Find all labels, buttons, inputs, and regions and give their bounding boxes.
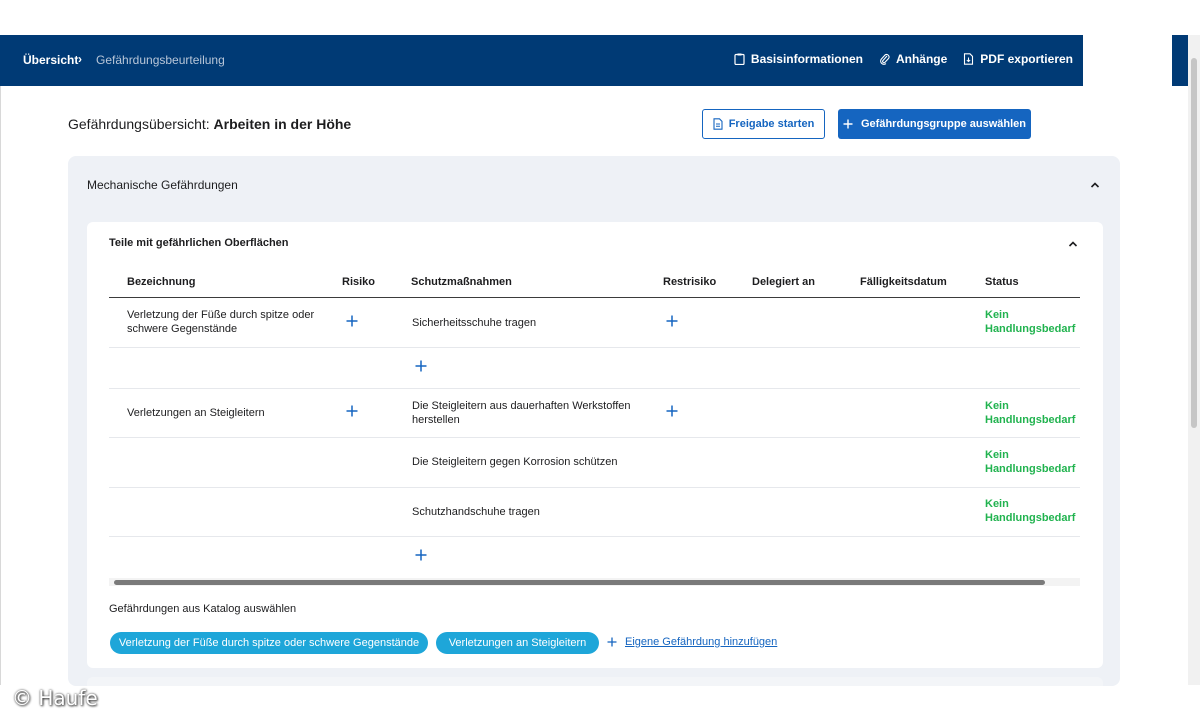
plus-icon [607, 637, 617, 647]
status-line-2: Handlungsbedarf [985, 512, 1076, 524]
column-header-delegated: Delegiert an [752, 276, 815, 288]
attachments-link[interactable]: Anhänge [879, 52, 947, 66]
status-line-2: Handlungsbedarf [985, 323, 1076, 335]
page-title-prefix: Gefährdungsübersicht: [68, 116, 210, 132]
watermark: © Haufe [12, 686, 98, 710]
add-measure-plus-icon[interactable] [415, 360, 427, 372]
breadcrumb-separator: › [78, 52, 82, 66]
chevron-up-icon[interactable] [1068, 240, 1078, 248]
add-residual-risk-plus-icon[interactable] [666, 405, 678, 417]
column-header-status: Status [985, 276, 1019, 288]
status-badge: Kein Handlungsbedarf [985, 497, 1075, 525]
column-header-due-date: Fälligkeitsdatum [860, 276, 947, 288]
table-horizontal-scrollbar-thumb[interactable] [114, 580, 1045, 585]
status-badge: Kein Handlungsbedarf [985, 448, 1075, 476]
document-icon [713, 118, 723, 130]
basis-info-label: Basisinformationen [750, 52, 863, 66]
measure-text: Die Steigleitern aus dauerhaften Werksto… [412, 400, 631, 426]
status-badge: Kein Handlungsbedarf [985, 308, 1075, 336]
select-hazard-group-button[interactable]: Gefährdungsgruppe auswählen [838, 109, 1031, 139]
status-badge: Kein Handlungsbedarf [985, 399, 1075, 427]
row-divider [109, 347, 1080, 348]
breadcrumb-home-link[interactable]: Übersicht [23, 53, 78, 67]
chevron-up-icon[interactable] [1090, 181, 1100, 189]
hazard-card [87, 222, 1103, 668]
measure-text: Sicherheitsschuhe tragen [412, 317, 537, 329]
hazard-group-title[interactable]: Mechanische Gefährdungen [87, 178, 238, 192]
start-release-button[interactable]: Freigabe starten [702, 109, 825, 139]
hazard-card-title[interactable]: Teile mit gefährlichen Oberflächen [109, 237, 289, 249]
column-header-name: Bezeichnung [127, 276, 196, 288]
column-header-risk: Risiko [342, 276, 376, 288]
paperclip-icon [880, 53, 890, 65]
pdf-export-link[interactable]: PDF exportieren [963, 52, 1073, 66]
catalog-pill-ladders[interactable]: Verletzungen an Steigleitern [436, 632, 599, 654]
add-risk-plus-icon[interactable] [346, 405, 358, 417]
pdf-export-label: PDF exportieren [980, 52, 1073, 66]
row-divider [109, 536, 1080, 537]
top-navigation-bar: Übersicht › Gefährdungsbeurteilung Basis… [0, 35, 1083, 86]
top-actions: Basisinformationen Anhänge PDF exportier… [734, 52, 1073, 66]
breadcrumb-current: Gefährdungsbeurteilung [96, 53, 225, 67]
status-line-1: Kein [985, 449, 1009, 461]
page-scrollbar-thumb[interactable] [1191, 58, 1197, 428]
column-header-residual-risk: Restrisiko [663, 276, 717, 288]
catalog-pill-feet-injury[interactable]: Verletzung der Füße durch spitze oder sc… [110, 632, 428, 654]
basis-info-link[interactable]: Basisinformationen [734, 52, 863, 66]
bottom-margin [0, 686, 1200, 720]
table-header-divider [109, 297, 1080, 298]
status-line-1: Kein [985, 309, 1009, 321]
row-divider [109, 388, 1080, 389]
hazard-name: Verletzung der Füße durch spitze oder sc… [127, 309, 315, 335]
measure-text: Die Steigleitern gegen Korrosion schütze… [412, 456, 618, 468]
column-header-measures: Schutzmaßnahmen [411, 276, 512, 288]
row-divider [109, 487, 1080, 488]
hazard-name: Verletzungen an Steigleitern [127, 407, 265, 419]
status-line-1: Kein [985, 498, 1009, 510]
add-residual-risk-plus-icon[interactable] [666, 315, 678, 327]
add-own-hazard-link[interactable]: Eigene Gefährdung hinzufügen [607, 636, 777, 648]
status-line-2: Handlungsbedarf [985, 463, 1076, 475]
add-risk-plus-icon[interactable] [346, 315, 358, 327]
attachments-label: Anhänge [895, 52, 948, 66]
add-own-hazard-label: Eigene Gefährdung hinzufügen [625, 636, 778, 648]
measure-text: Schutzhandschuhe tragen [412, 506, 540, 518]
add-measure-plus-icon[interactable] [415, 549, 427, 561]
catalog-label: Gefährdungen aus Katalog auswählen [109, 603, 297, 615]
status-line-1: Kein [985, 400, 1009, 412]
frame-edge [0, 35, 1, 685]
row-divider [109, 437, 1080, 438]
start-release-label: Freigabe starten [728, 118, 815, 130]
status-line-2: Handlungsbedarf [985, 414, 1076, 426]
plus-icon [843, 119, 853, 129]
page-title: Gefährdungsübersicht: Arbeiten in der Hö… [68, 116, 351, 132]
select-hazard-group-label: Gefährdungsgruppe auswählen [860, 118, 1027, 130]
pdf-file-icon [964, 53, 974, 65]
clipboard-icon [734, 53, 745, 65]
page-title-subject: Arbeiten in der Höhe [213, 116, 352, 132]
